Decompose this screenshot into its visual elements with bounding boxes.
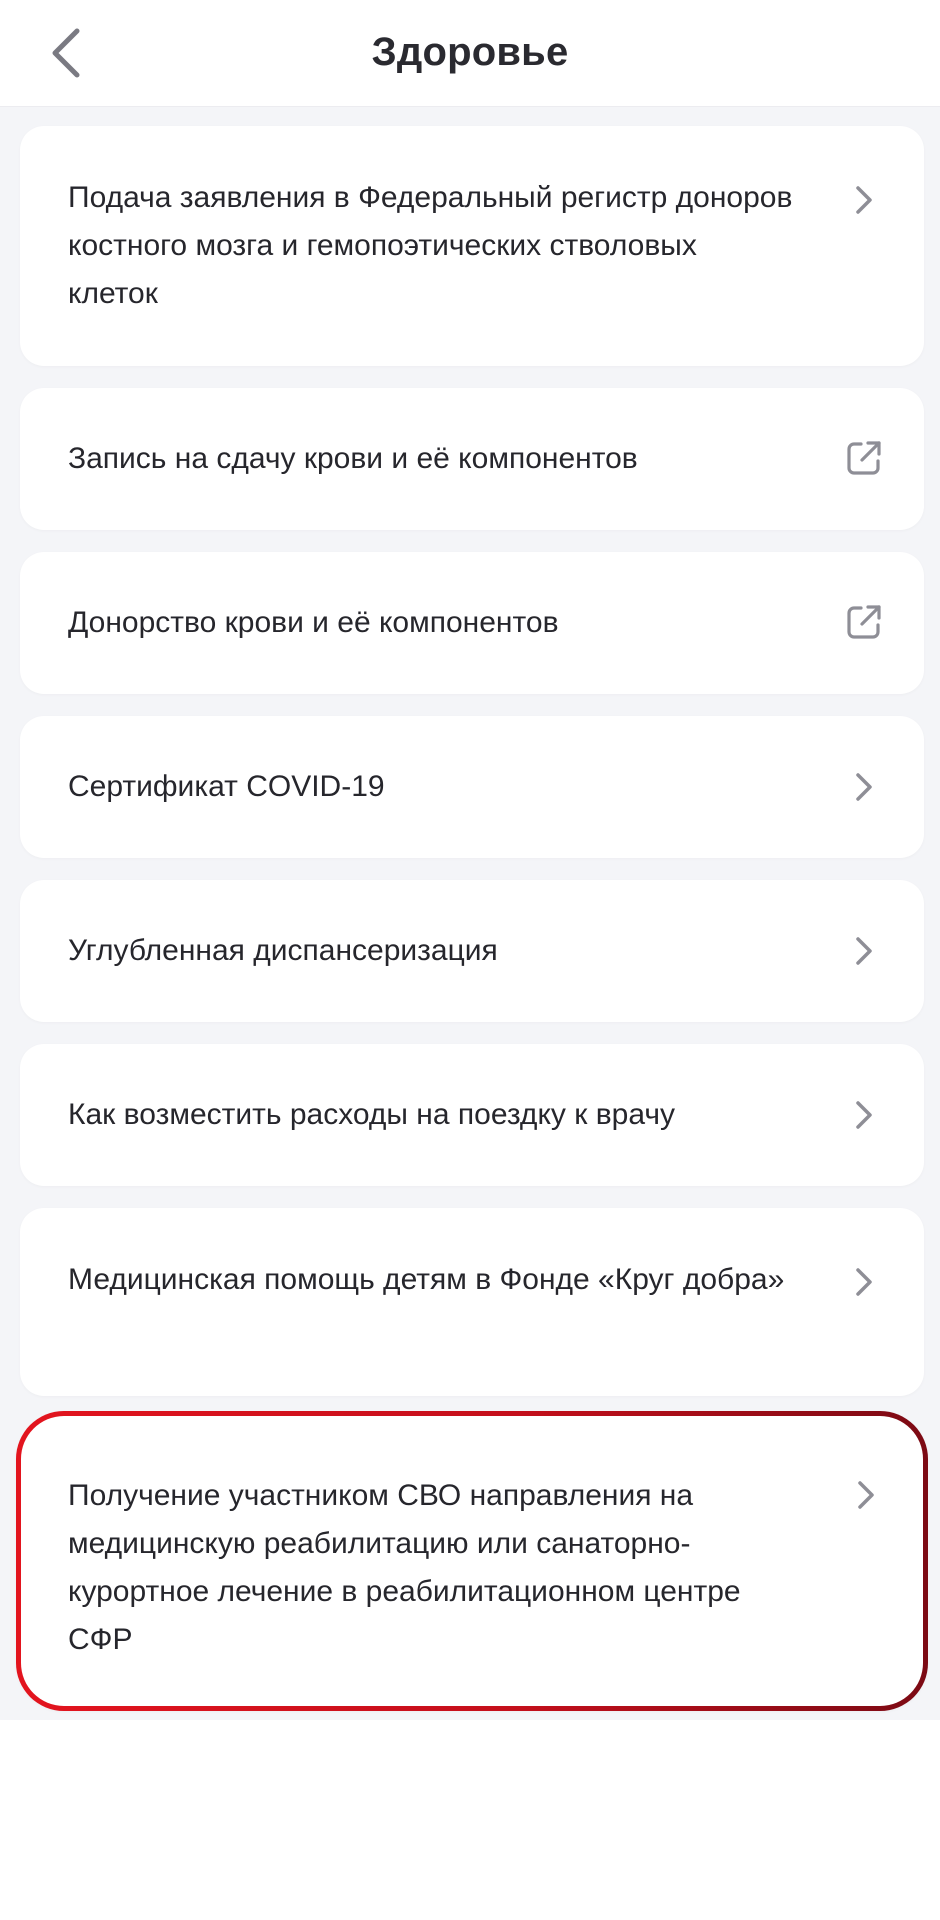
list-item-label: Запись на сдачу крови и её компонентов: [68, 442, 638, 475]
list-item-blood-donation[interactable]: Донорство крови и её компонентов: [20, 552, 924, 694]
page-title: Здоровье: [371, 30, 569, 74]
list-item-covid-certificate[interactable]: Сертификат COVID-19: [20, 716, 924, 858]
list-item-in-depth-checkup[interactable]: Углубленная диспансеризация: [20, 880, 924, 1022]
external-link-icon: [844, 438, 884, 478]
header: Здоровье: [0, 0, 940, 107]
list-item-bone-marrow-registry[interactable]: Подача заявления в Федеральный регистр д…: [20, 126, 924, 366]
list-item-svo-rehabilitation[interactable]: Получение участником СВО направления на …: [16, 1411, 928, 1711]
list-item-label: Подача заявления в Федеральный регистр д…: [68, 181, 793, 310]
list-item-label: Как возместить расходы на поездку к врач…: [68, 1098, 675, 1131]
chevron-right-icon: [844, 180, 884, 220]
list-item-label: Сертификат COVID-19: [68, 770, 385, 803]
list-item-label: Донорство крови и её компонентов: [68, 606, 559, 639]
list-item-label: Углубленная диспансеризация: [68, 934, 498, 967]
chevron-right-icon: [844, 1262, 884, 1302]
chevron-right-icon: [844, 1095, 884, 1135]
list-item-krug-dobra[interactable]: Медицинская помощь детям в Фонде «Круг д…: [20, 1208, 924, 1396]
list-item-travel-reimbursement[interactable]: Как возместить расходы на поездку к врач…: [20, 1044, 924, 1186]
list-item-label: Медицинская помощь детям в Фонде «Круг д…: [68, 1263, 785, 1296]
list-item-label: Получение участником СВО направления на …: [68, 1479, 741, 1656]
chevron-right-icon: [846, 1475, 886, 1515]
external-link-icon: [844, 602, 884, 642]
list-bottom-space: [0, 1720, 940, 1920]
chevron-right-icon: [844, 931, 884, 971]
chevron-right-icon: [844, 767, 884, 807]
list-item-blood-donation-appointment[interactable]: Запись на сдачу крови и её компонентов: [20, 388, 924, 530]
